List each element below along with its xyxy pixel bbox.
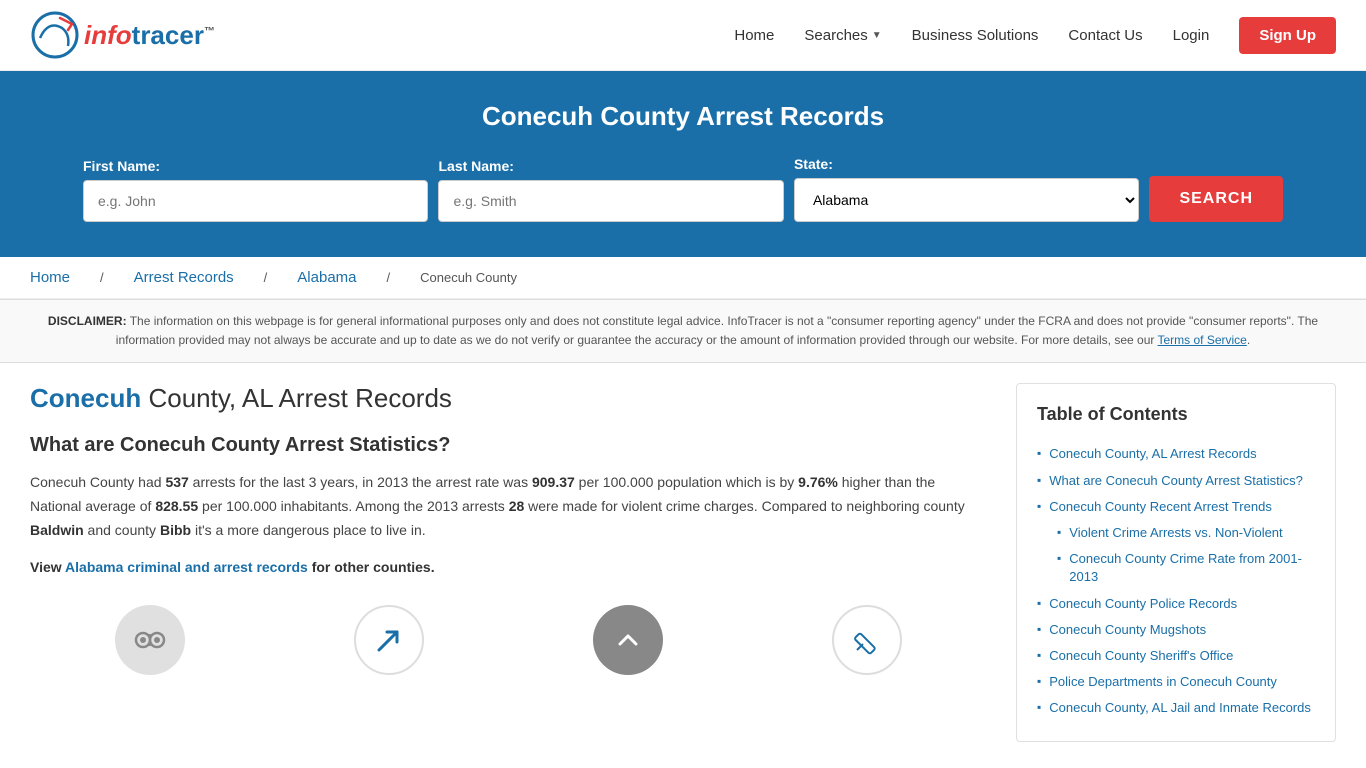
toc-item-1[interactable]: What are Conecuh County Arrest Statistic… bbox=[1049, 472, 1303, 490]
table-of-contents-sidebar: Table of Contents Conecuh County, AL Arr… bbox=[1016, 383, 1336, 742]
breadcrumb-alabama[interactable]: Alabama bbox=[297, 269, 356, 286]
body-mid6: and county bbox=[84, 522, 160, 538]
breadcrumb-arrest-records[interactable]: Arrest Records bbox=[134, 269, 234, 286]
body-end: it's a more dangerous place to live in. bbox=[191, 522, 426, 538]
breadcrumb-home[interactable]: Home bbox=[30, 269, 70, 286]
hero-title: Conecuh County Arrest Records bbox=[30, 101, 1336, 132]
body-mid5: were made for violent crime charges. Com… bbox=[524, 498, 964, 514]
logo-icon bbox=[30, 10, 80, 60]
first-name-label: First Name: bbox=[83, 158, 428, 174]
handcuffs-svg bbox=[130, 620, 170, 660]
logo-info: info bbox=[84, 20, 132, 50]
toc-list: Conecuh County, AL Arrest Records What ar… bbox=[1037, 441, 1315, 721]
body-rate: 909.37 bbox=[532, 474, 575, 490]
chevron-down-icon: ▼ bbox=[872, 30, 882, 41]
body-avg: 828.55 bbox=[155, 498, 198, 514]
state-label: State: bbox=[794, 156, 1139, 172]
disclaimer-box: DISCLAIMER: The information on this webp… bbox=[0, 299, 1366, 363]
first-name-group: First Name: bbox=[83, 158, 428, 222]
toc-box: Table of Contents Conecuh County, AL Arr… bbox=[1016, 383, 1336, 742]
toc-item-2[interactable]: Conecuh County Recent Arrest Trends bbox=[1049, 498, 1272, 516]
toc-title: Table of Contents bbox=[1037, 404, 1315, 425]
disclaimer-period: . bbox=[1247, 333, 1250, 347]
body-pre: Conecuh County had bbox=[30, 474, 165, 490]
article-title: Conecuh County, AL Arrest Records bbox=[30, 383, 986, 414]
icon-row bbox=[30, 595, 986, 675]
body-pct: 9.76% bbox=[798, 474, 838, 490]
last-name-label: Last Name: bbox=[438, 158, 783, 174]
body-county2: Bibb bbox=[160, 522, 191, 538]
arrow-up-icon bbox=[354, 605, 424, 675]
site-header: infotracer™ Home Searches ▼ Business Sol… bbox=[0, 0, 1366, 71]
toc-item-4[interactable]: Conecuh County Crime Rate from 2001-2013 bbox=[1069, 550, 1315, 586]
view-pre: View bbox=[30, 559, 65, 575]
disclaimer-text: The information on this webpage is for g… bbox=[116, 314, 1318, 347]
terms-of-service-link[interactable]: Terms of Service bbox=[1158, 333, 1247, 347]
toc-item-5[interactable]: Conecuh County Police Records bbox=[1049, 595, 1237, 613]
view-post: for other counties. bbox=[308, 559, 435, 575]
icon-scroll-up[interactable] bbox=[588, 605, 668, 675]
body-mid4: per 100.000 inhabitants. Among the 2013 … bbox=[198, 498, 509, 514]
article-body-paragraph: Conecuh County had 537 arrests for the l… bbox=[30, 471, 986, 542]
breadcrumb-sep2: / bbox=[264, 270, 268, 285]
logo[interactable]: infotracer™ bbox=[30, 10, 215, 60]
state-select[interactable]: AlabamaAlaskaArizonaArkansasCaliforniaCo… bbox=[794, 178, 1139, 222]
body-mid1: arrests for the last 3 years, in 2013 th… bbox=[189, 474, 532, 490]
article-content: Conecuh County, AL Arrest Records What a… bbox=[30, 383, 1016, 742]
main-content: Conecuh County, AL Arrest Records What a… bbox=[0, 363, 1366, 762]
nav-business-solutions[interactable]: Business Solutions bbox=[912, 27, 1039, 44]
chevron-up-svg bbox=[610, 622, 646, 658]
body-violent: 28 bbox=[509, 498, 525, 514]
breadcrumb-sep1: / bbox=[100, 270, 104, 285]
alabama-records-link[interactable]: Alabama criminal and arrest records bbox=[65, 559, 308, 575]
nav-home[interactable]: Home bbox=[734, 27, 774, 44]
icon-arrow-up bbox=[349, 605, 429, 675]
body-county1: Baldwin bbox=[30, 522, 84, 538]
search-form: First Name: Last Name: State: AlabamaAla… bbox=[83, 156, 1283, 222]
nav-contact-us[interactable]: Contact Us bbox=[1068, 27, 1142, 44]
pencil-icon bbox=[832, 605, 902, 675]
pencil-svg bbox=[849, 622, 885, 658]
nav-login[interactable]: Login bbox=[1173, 27, 1210, 44]
nav-signup-button[interactable]: Sign Up bbox=[1239, 17, 1336, 54]
state-group: State: AlabamaAlaskaArizonaArkansasCalif… bbox=[794, 156, 1139, 222]
hero-section: Conecuh County Arrest Records First Name… bbox=[0, 71, 1366, 257]
breadcrumb-county: Conecuh County bbox=[420, 270, 517, 285]
arrow-up-svg bbox=[371, 622, 407, 658]
icon-handcuffs bbox=[110, 605, 190, 675]
main-nav: Home Searches ▼ Business Solutions Conta… bbox=[734, 17, 1336, 54]
last-name-group: Last Name: bbox=[438, 158, 783, 222]
scroll-up-icon[interactable] bbox=[593, 605, 663, 675]
toc-item-9[interactable]: Conecuh County, AL Jail and Inmate Recor… bbox=[1049, 699, 1311, 717]
view-link-paragraph: View Alabama criminal and arrest records… bbox=[30, 559, 986, 575]
icon-pencil bbox=[827, 605, 907, 675]
handcuffs-icon bbox=[115, 605, 185, 675]
article-title-highlight: Conecuh bbox=[30, 383, 141, 413]
first-name-input[interactable] bbox=[83, 180, 428, 222]
body-arrests: 537 bbox=[165, 474, 188, 490]
logo-tracer: tracer bbox=[132, 20, 204, 50]
toc-item-6[interactable]: Conecuh County Mugshots bbox=[1049, 621, 1206, 639]
toc-item-0[interactable]: Conecuh County, AL Arrest Records bbox=[1049, 445, 1256, 463]
breadcrumb-sep3: / bbox=[387, 270, 391, 285]
breadcrumb: Home / Arrest Records / Alabama / Conecu… bbox=[0, 257, 1366, 299]
nav-searches[interactable]: Searches ▼ bbox=[804, 27, 881, 44]
disclaimer-label: DISCLAIMER: bbox=[48, 314, 127, 328]
search-button[interactable]: SEARCH bbox=[1149, 176, 1283, 222]
toc-item-8[interactable]: Police Departments in Conecuh County bbox=[1049, 673, 1277, 691]
last-name-input[interactable] bbox=[438, 180, 783, 222]
logo-tm: ™ bbox=[204, 25, 215, 37]
body-mid2: per 100.000 population which is by bbox=[575, 474, 798, 490]
article-subtitle: What are Conecuh County Arrest Statistic… bbox=[30, 434, 986, 457]
toc-item-3[interactable]: Violent Crime Arrests vs. Non-Violent bbox=[1069, 524, 1282, 542]
article-title-rest: County, AL Arrest Records bbox=[141, 383, 452, 413]
toc-item-7[interactable]: Conecuh County Sheriff's Office bbox=[1049, 647, 1233, 665]
